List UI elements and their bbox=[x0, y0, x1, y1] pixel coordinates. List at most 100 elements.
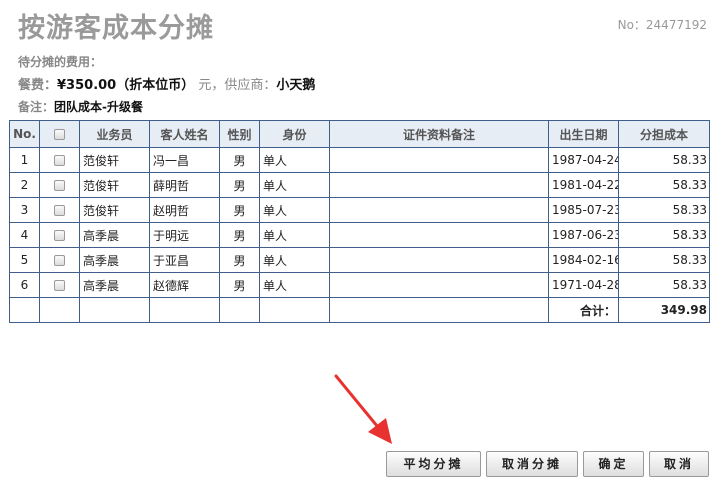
row-cost[interactable]: 58.33 bbox=[618, 272, 710, 298]
table-row: 2 范俊轩 薛明哲 男 单人 1981-04-22 58.33 bbox=[9, 172, 710, 198]
table-row: 5 高季晨 于亚昌 男 单人 1984-02-16 58.33 bbox=[9, 247, 710, 273]
total-empty-cell bbox=[329, 297, 549, 323]
table-row: 3 范俊轩 赵明哲 男 单人 1985-07-23 58.33 bbox=[9, 197, 710, 223]
row-identity: 单人 bbox=[259, 197, 330, 223]
row-cost[interactable]: 58.33 bbox=[618, 172, 710, 198]
row-gender: 男 bbox=[219, 172, 260, 198]
pending-cost-label: 待分摊的费用： bbox=[18, 53, 102, 70]
row-cost[interactable]: 58.33 bbox=[618, 197, 710, 223]
cost-line: 餐费：¥350.00（折本位币） 元，供应商：小天鹅 bbox=[18, 74, 315, 93]
row-identity: 单人 bbox=[259, 247, 330, 273]
row-birth: 1984-02-16 bbox=[548, 247, 619, 273]
row-identity: 单人 bbox=[259, 147, 330, 173]
amount-value: ¥350.00（折本位币） bbox=[57, 78, 195, 93]
row-birth: 1987-04-24 bbox=[548, 147, 619, 173]
row-select bbox=[39, 172, 80, 198]
row-birth: 1971-04-28 bbox=[548, 272, 619, 298]
row-remark bbox=[329, 147, 549, 173]
note-label: 备注： bbox=[18, 100, 55, 114]
select-all-checkbox[interactable] bbox=[54, 129, 65, 140]
col-guest: 客人姓名 bbox=[149, 120, 220, 148]
col-agent: 业务员 bbox=[79, 120, 150, 148]
row-select bbox=[39, 197, 80, 223]
col-no: No. bbox=[9, 120, 40, 148]
cancel-share-button[interactable]: 取消分摊 bbox=[486, 451, 578, 477]
row-agent: 高季晨 bbox=[79, 247, 150, 273]
row-identity: 单人 bbox=[259, 222, 330, 248]
note-line: 备注：团队成本-升级餐 bbox=[18, 98, 143, 115]
unit-text: 元，供应商： bbox=[198, 78, 277, 93]
col-birth: 出生日期 bbox=[548, 120, 619, 148]
row-gender: 男 bbox=[219, 272, 260, 298]
average-share-button[interactable]: 平均分摊 bbox=[386, 451, 481, 477]
arrow-pointer-icon bbox=[334, 374, 392, 444]
row-select bbox=[39, 222, 80, 248]
row-no: 3 bbox=[9, 197, 40, 223]
document-number: No：24477192 bbox=[617, 18, 707, 32]
row-cost[interactable]: 58.33 bbox=[618, 247, 710, 273]
page-title: 按游客成本分摊 bbox=[18, 13, 214, 44]
total-empty-cell bbox=[39, 297, 80, 323]
col-remark: 证件资料备注 bbox=[329, 120, 549, 148]
table-row: 1 范俊轩 冯一昌 男 单人 1987-04-24 58.33 bbox=[9, 147, 710, 173]
row-select bbox=[39, 247, 80, 273]
supplier-value: 小天鹅 bbox=[276, 78, 316, 93]
row-agent: 高季晨 bbox=[79, 272, 150, 298]
row-select bbox=[39, 272, 80, 298]
row-no: 2 bbox=[9, 172, 40, 198]
row-checkbox[interactable] bbox=[54, 255, 65, 266]
total-value: 349.98 bbox=[618, 297, 710, 323]
row-guest: 赵明哲 bbox=[149, 197, 220, 223]
col-select bbox=[39, 120, 80, 148]
row-agent: 范俊轩 bbox=[79, 147, 150, 173]
total-empty-cell bbox=[79, 297, 150, 323]
row-checkbox[interactable] bbox=[54, 180, 65, 191]
confirm-button[interactable]: 确定 bbox=[583, 451, 644, 477]
row-remark bbox=[329, 172, 549, 198]
allocation-table: No. 业务员 客人姓名 性别 身份 证件资料备注 出生日期 分担成本 1 范俊… bbox=[9, 120, 710, 323]
row-checkbox[interactable] bbox=[54, 230, 65, 241]
row-identity: 单人 bbox=[259, 172, 330, 198]
col-cost: 分担成本 bbox=[618, 120, 710, 148]
row-guest: 冯一昌 bbox=[149, 147, 220, 173]
meal-label: 餐费： bbox=[18, 78, 58, 93]
row-no: 1 bbox=[9, 147, 40, 173]
row-guest: 于明远 bbox=[149, 222, 220, 248]
row-birth: 1981-04-22 bbox=[548, 172, 619, 198]
row-gender: 男 bbox=[219, 247, 260, 273]
cancel-button[interactable]: 取消 bbox=[649, 451, 709, 477]
row-remark bbox=[329, 272, 549, 298]
row-gender: 男 bbox=[219, 197, 260, 223]
row-guest: 于亚昌 bbox=[149, 247, 220, 273]
pending-label: 待分摊的费用： bbox=[18, 55, 103, 69]
total-label: 合计： bbox=[548, 297, 619, 323]
row-remark bbox=[329, 197, 549, 223]
row-select bbox=[39, 147, 80, 173]
row-agent: 高季晨 bbox=[79, 222, 150, 248]
total-empty-cell bbox=[259, 297, 330, 323]
row-no: 6 bbox=[9, 272, 40, 298]
table-row: 6 高季晨 赵德辉 男 单人 1971-04-28 58.33 bbox=[9, 272, 710, 298]
total-empty-cell bbox=[219, 297, 260, 323]
row-remark bbox=[329, 222, 549, 248]
total-row: 合计： 349.98 bbox=[9, 297, 710, 323]
col-identity: 身份 bbox=[259, 120, 330, 148]
table-row: 4 高季晨 于明远 男 单人 1987-06-23 58.33 bbox=[9, 222, 710, 248]
row-checkbox[interactable] bbox=[54, 155, 65, 166]
row-checkbox[interactable] bbox=[54, 205, 65, 216]
row-no: 4 bbox=[9, 222, 40, 248]
row-agent: 范俊轩 bbox=[79, 197, 150, 223]
row-birth: 1987-06-23 bbox=[548, 222, 619, 248]
table-header-row: No. 业务员 客人姓名 性别 身份 证件资料备注 出生日期 分担成本 bbox=[9, 120, 710, 148]
row-cost[interactable]: 58.33 bbox=[618, 222, 710, 248]
note-value: 团队成本-升级餐 bbox=[54, 100, 143, 114]
row-guest: 赵德辉 bbox=[149, 272, 220, 298]
total-empty-cell bbox=[149, 297, 220, 323]
row-cost[interactable]: 58.33 bbox=[618, 147, 710, 173]
row-no: 5 bbox=[9, 247, 40, 273]
row-gender: 男 bbox=[219, 147, 260, 173]
row-checkbox[interactable] bbox=[54, 280, 65, 291]
row-birth: 1985-07-23 bbox=[548, 197, 619, 223]
total-empty-cell bbox=[9, 297, 40, 323]
row-identity: 单人 bbox=[259, 272, 330, 298]
